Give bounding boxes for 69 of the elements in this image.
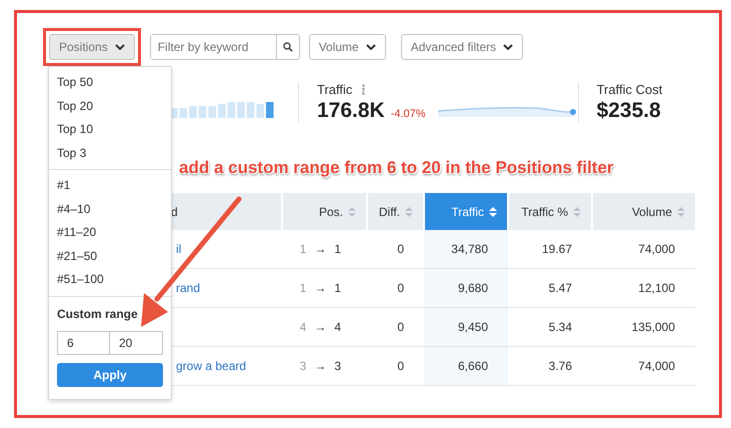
metric-value: $235.8 <box>596 99 661 123</box>
current-position: 1 <box>334 242 341 256</box>
sort-icon <box>573 206 581 218</box>
menu-item[interactable]: #51–100 <box>49 268 171 292</box>
table-cell: 3.76 <box>548 359 572 373</box>
keyword-link[interactable]: il <box>176 242 182 256</box>
range-to-field[interactable]: 20 <box>110 330 163 354</box>
column-header[interactable]: Traffic % <box>508 193 592 230</box>
table-cell: 74,000 <box>638 359 675 373</box>
chevron-down-icon <box>114 44 125 50</box>
table-cell: 5.34 <box>548 320 572 334</box>
position-arrow: → <box>314 242 326 256</box>
table-cell: 12,100 <box>638 281 675 295</box>
metric-change: -4.07% <box>390 108 426 120</box>
sort-icon <box>677 206 685 218</box>
table-cell: 0 <box>397 320 404 334</box>
menu-item[interactable]: Top 10 <box>49 118 171 142</box>
sort-icon <box>348 206 356 218</box>
position-arrow: → <box>314 359 326 373</box>
table-cell: 0 <box>397 359 404 373</box>
apply-button[interactable]: Apply <box>57 362 163 386</box>
table-cell: 0 <box>397 242 404 256</box>
advanced-filters-button[interactable]: Advanced filters <box>400 34 524 60</box>
custom-range-label: Custom range <box>57 306 139 320</box>
range-from-field[interactable]: 6 <box>57 330 110 354</box>
position-arrow: → <box>314 281 326 295</box>
column-header[interactable]: Diff. <box>367 193 424 230</box>
menu-item[interactable]: #11–20 <box>49 221 171 244</box>
menu-item[interactable]: #4–10 <box>49 198 171 221</box>
table-cell: 9,680 <box>458 281 488 295</box>
table-cell: 135,000 <box>632 320 675 334</box>
menu-item[interactable]: Top 50 <box>49 71 171 94</box>
keyword-link[interactable]: grow a beard <box>176 359 246 373</box>
previous-position: 3 <box>300 359 306 373</box>
keyword-link[interactable]: rand <box>176 281 200 295</box>
current-position: 3 <box>334 359 341 373</box>
metric-label: Traffic Cost <box>596 82 662 97</box>
chevron-down-icon <box>366 44 376 50</box>
volume-dropdown-button[interactable]: Volume <box>308 34 386 60</box>
menu-item[interactable]: Top 20 <box>49 94 171 118</box>
column-header[interactable]: Traffic <box>424 193 508 230</box>
table-cell: 74,000 <box>638 242 675 256</box>
menu-item[interactable]: Top 3 <box>49 142 171 165</box>
column-header[interactable]: Volume <box>592 193 695 230</box>
metric-label: Traffic <box>317 82 352 97</box>
chevron-down-icon <box>503 44 514 50</box>
current-position: 4 <box>334 320 341 334</box>
table-cell: 0 <box>397 281 404 295</box>
table-cell: 9,450 <box>458 320 488 334</box>
positions-dropdown-button[interactable]: Positions <box>49 34 135 60</box>
table-cell: 6,660 <box>458 359 488 373</box>
table-cell: 5.47 <box>548 281 572 295</box>
search-icon <box>282 42 293 52</box>
menu-item[interactable]: #21–50 <box>49 244 171 268</box>
previous-position: 1 <box>300 281 306 295</box>
sort-icon <box>405 206 413 218</box>
info-icon <box>360 84 366 95</box>
table-cell: 19.67 <box>542 242 572 256</box>
current-position: 1 <box>334 281 341 295</box>
previous-position: 1 <box>300 242 306 256</box>
position-arrow: → <box>314 320 326 334</box>
previous-position: 4 <box>300 320 306 334</box>
table-cell: 34,780 <box>451 242 488 256</box>
annotation-text: add a custom range from 6 to 20 in the Positions filter <box>179 158 614 177</box>
sort-icon <box>489 206 497 218</box>
metric-value: 176.8K <box>317 99 385 123</box>
keyword-filter-field[interactable]: Filter by keyword <box>150 34 300 60</box>
menu-item[interactable]: #1 <box>49 174 171 198</box>
column-header[interactable]: Pos. <box>282 193 367 230</box>
